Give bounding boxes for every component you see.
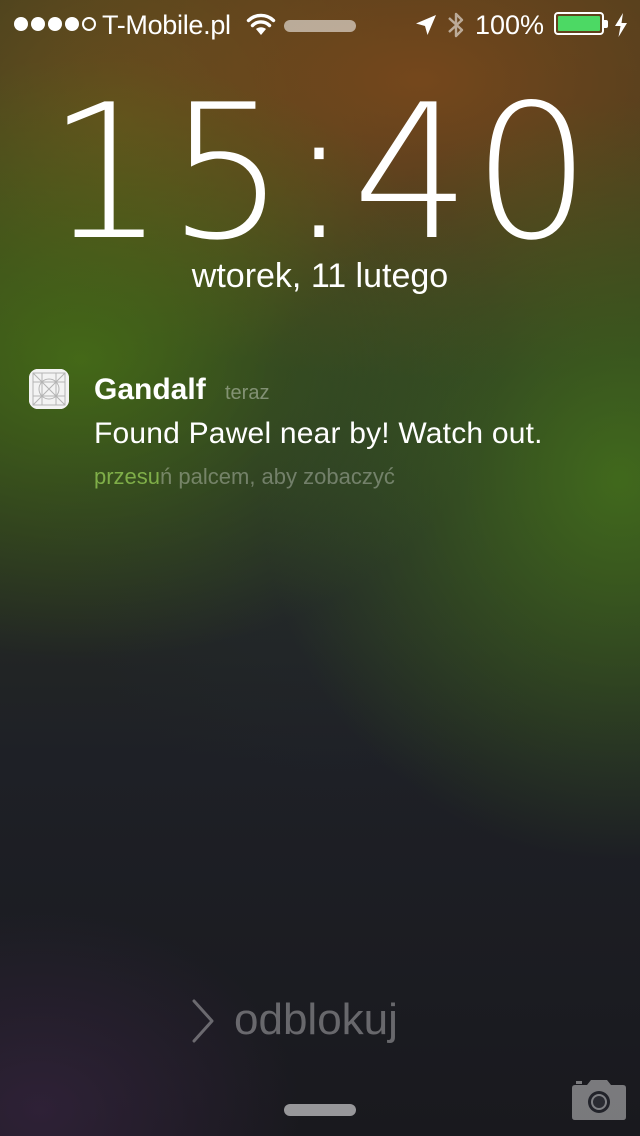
location-arrow-icon	[416, 15, 436, 35]
slide-to-unlock[interactable]: odblokuj	[186, 992, 436, 1048]
activity-indicator-icon	[284, 20, 356, 32]
notification-time: teraz	[225, 382, 270, 404]
unlock-label: odblokuj	[234, 995, 398, 1044]
battery-level-fill	[558, 16, 600, 31]
notification-app-name: Gandalf	[94, 373, 206, 406]
signal-strength-icon	[14, 17, 96, 31]
battery-terminal	[604, 20, 608, 28]
bluetooth-icon	[448, 12, 464, 38]
signal-bar	[31, 17, 45, 31]
battery-percentage: 100%	[475, 10, 545, 40]
signal-bar	[82, 17, 96, 31]
camera-icon[interactable]	[570, 1078, 628, 1122]
notification[interactable]: Gandalf teraz Found Pawel near by! Watch…	[0, 366, 640, 496]
control-center-grabber[interactable]	[284, 1104, 356, 1116]
notification-slide-hint: przesuń palcem, aby zobaczyć	[94, 462, 395, 492]
lock-screen: T-Mobile.pl 100% 15:40 wtorek, 11 lutego	[0, 0, 640, 1136]
signal-bar	[14, 17, 28, 31]
hint-rest: ń palcem, aby zobaczyć	[160, 464, 395, 489]
chevron-right-icon	[192, 999, 214, 1043]
wifi-icon	[246, 13, 276, 35]
hint-highlight: przesu	[94, 464, 161, 489]
lock-screen-date: wtorek, 11 lutego	[191, 257, 449, 295]
status-bar: T-Mobile.pl 100%	[0, 0, 640, 50]
battery-icon	[554, 12, 608, 35]
lock-screen-time: 15:40	[46, 64, 594, 281]
signal-bar	[65, 17, 79, 31]
signal-bar	[48, 17, 62, 31]
bolt-icon	[615, 13, 627, 37]
carrier-name: T-Mobile.pl	[102, 10, 231, 40]
app-grid-icon	[29, 369, 69, 409]
notification-message: Found Pawel near by! Watch out.	[94, 417, 543, 450]
